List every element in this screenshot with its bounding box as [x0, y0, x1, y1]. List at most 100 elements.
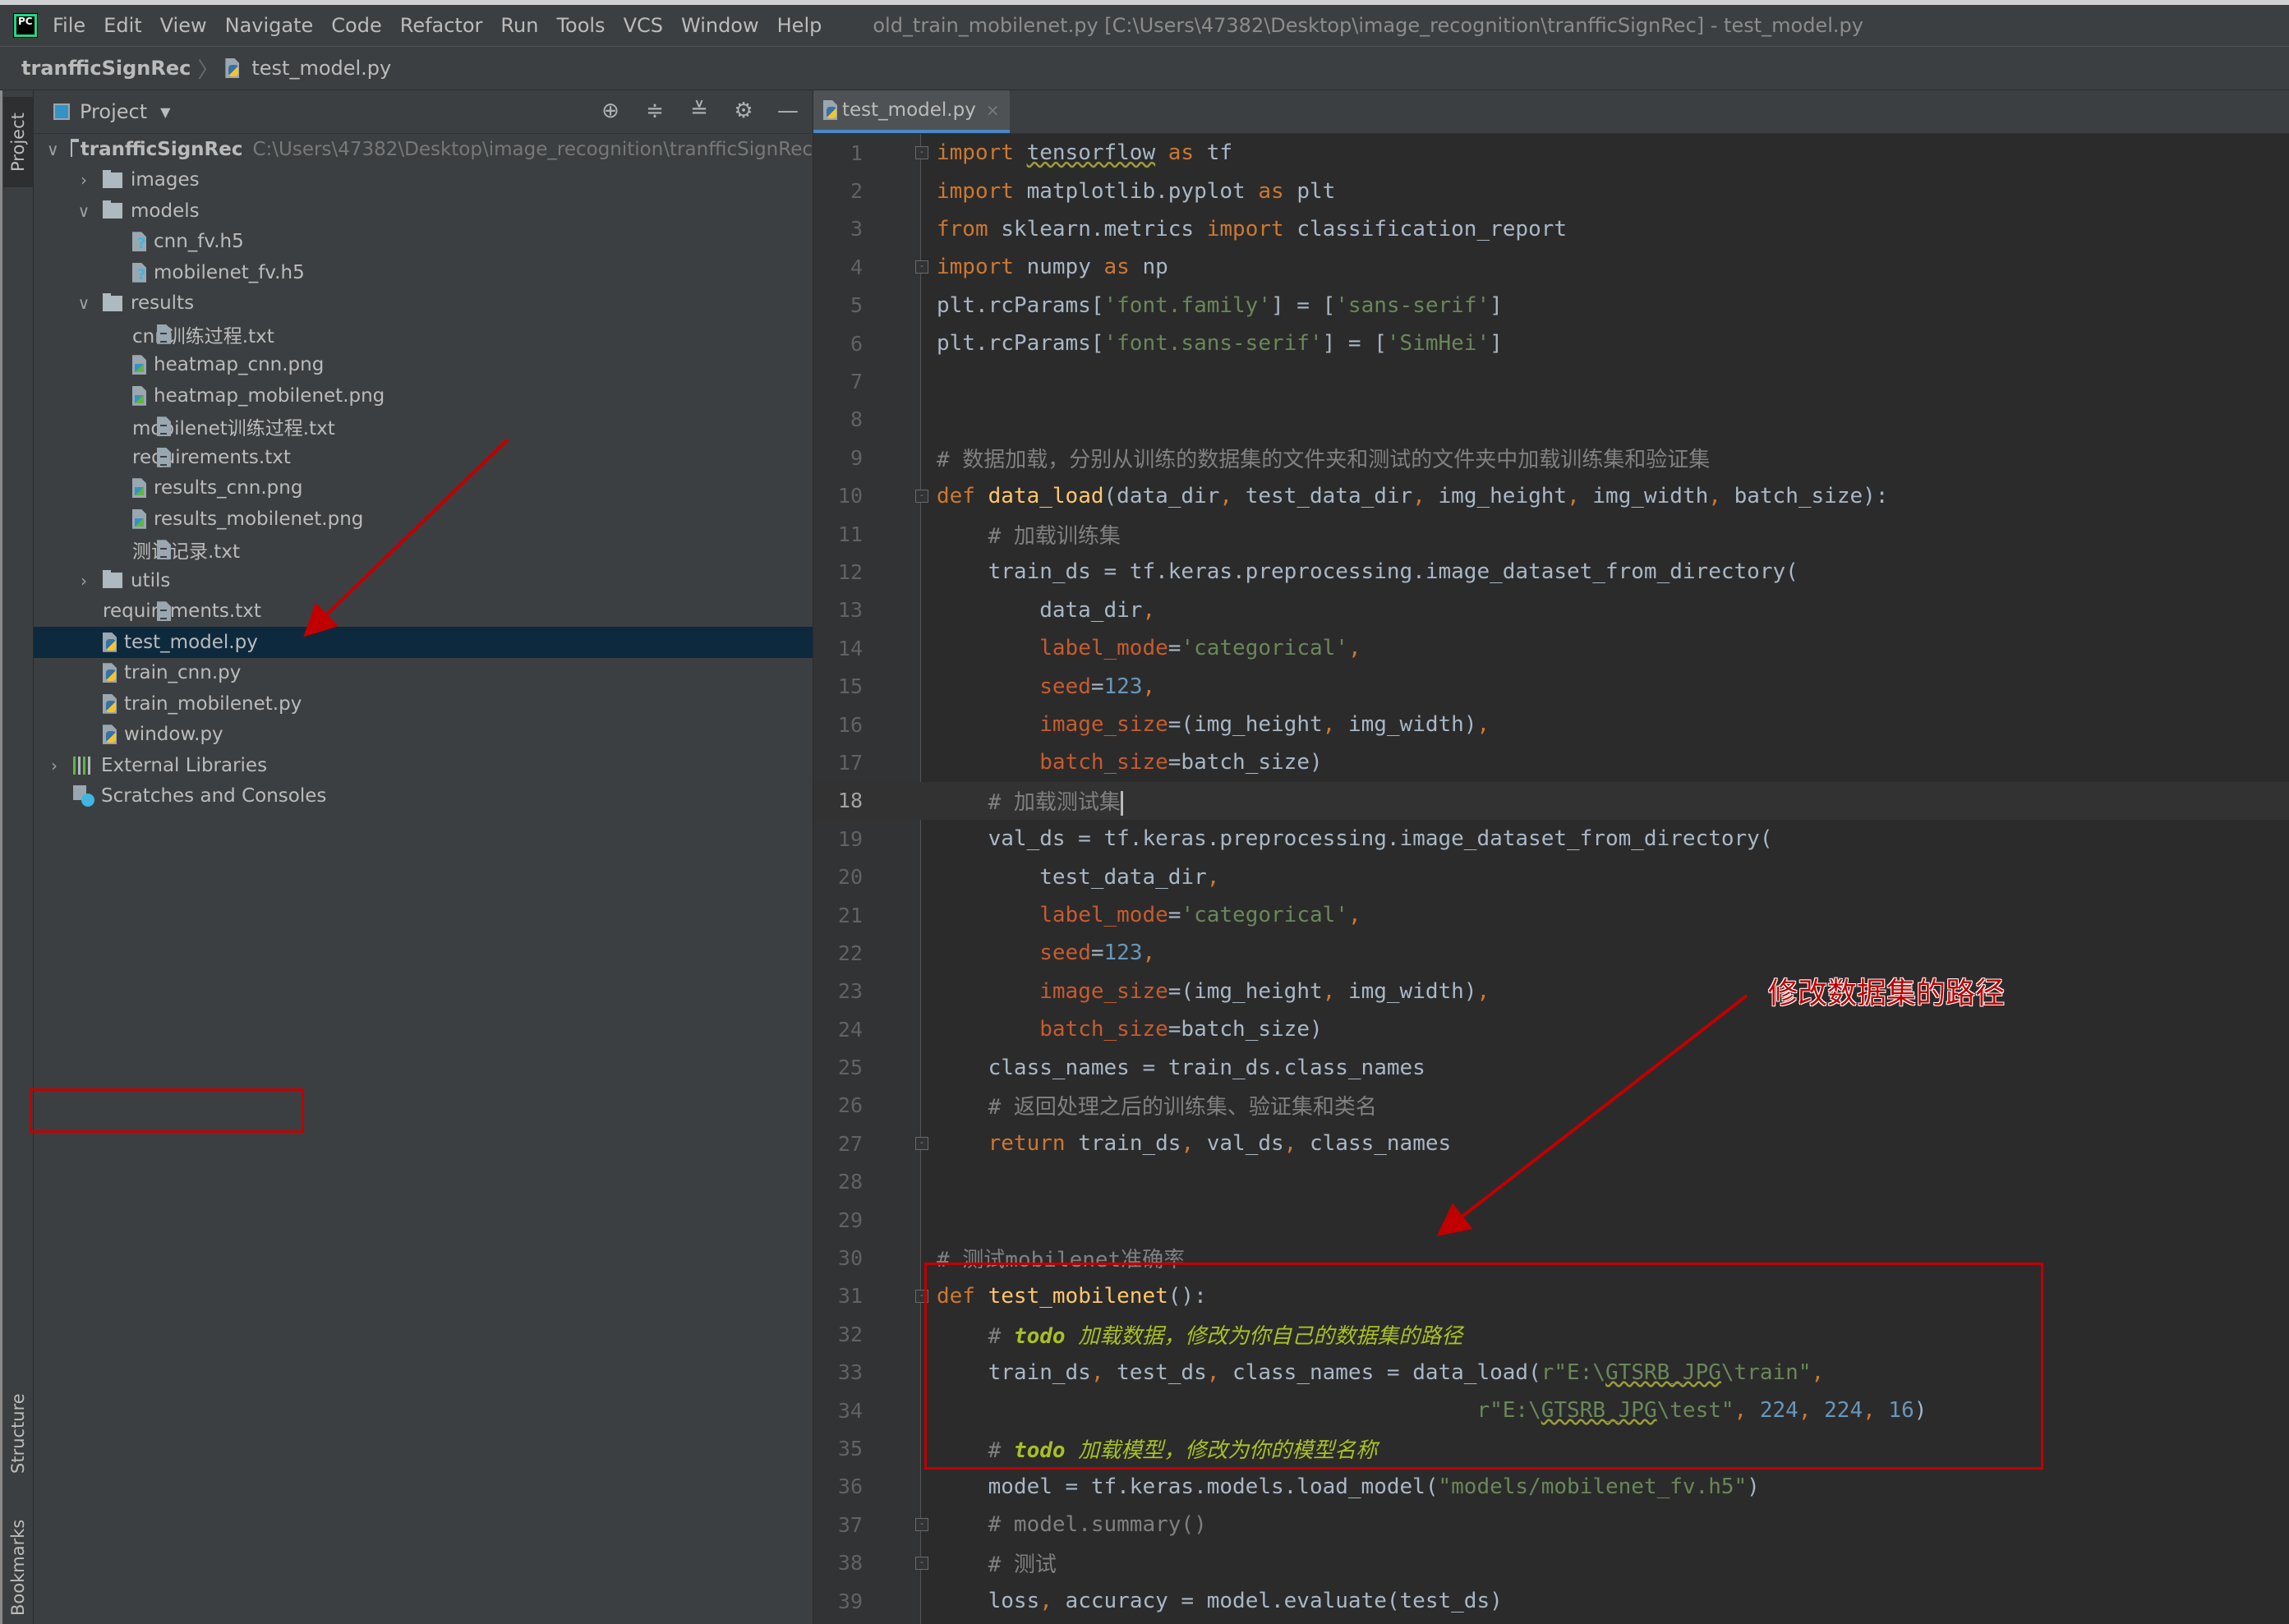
tree-item[interactable]: results_cnn.png: [34, 473, 813, 504]
close-icon[interactable]: ×: [986, 100, 1000, 120]
project-panel-toolbar: ⊕ ≑ ≚ ⚙ —: [597, 99, 801, 123]
code-line[interactable]: 10 - def data_load(data_dir, test_data_dir…: [813, 477, 2289, 515]
fold-marker-icon[interactable]: -: [915, 1556, 928, 1570]
tree-item[interactable]: ∨ results: [34, 288, 813, 320]
line-number: 22: [837, 941, 863, 965]
breadcrumb-file[interactable]: test_model.py: [251, 57, 391, 80]
tree-item[interactable]: window.py: [34, 720, 813, 751]
code-line[interactable]: 17 batch_size=batch_size): [813, 743, 2289, 781]
menu-navigate[interactable]: Navigate: [225, 14, 314, 37]
tree-item[interactable]: ∨ models: [34, 196, 813, 227]
code-line[interactable]: 38 - # 测试: [813, 1543, 2289, 1581]
tool-tab-project[interactable]: Project: [3, 97, 33, 187]
code-line[interactable]: 8: [813, 401, 2289, 439]
fold-marker-icon[interactable]: -: [915, 260, 928, 274]
code-line[interactable]: 22 seed=123,: [813, 934, 2289, 972]
tree-item[interactable]: train_mobilenet.py: [34, 688, 813, 720]
tree-item[interactable]: requirements.txt: [34, 596, 813, 628]
code-line[interactable]: 24 batch_size=batch_size): [813, 1010, 2289, 1048]
code-line[interactable]: 11 # 加载训练集: [813, 515, 2289, 553]
tree-item[interactable]: heatmap_cnn.png: [34, 350, 813, 381]
code-line[interactable]: 21 label_mode='categorical',: [813, 896, 2289, 934]
chevron-down-icon[interactable]: ∨: [76, 201, 91, 221]
code-line[interactable]: 5 plt.rcParams['font.family'] = ['sans-se…: [813, 287, 2289, 324]
fold-marker-icon[interactable]: -: [915, 1137, 928, 1151]
menu-vcs[interactable]: VCS: [624, 14, 663, 37]
menu-refactor[interactable]: Refactor: [400, 14, 483, 37]
code-line[interactable]: 25 class_names = train_ds.class_names: [813, 1048, 2289, 1086]
code-line[interactable]: 1 - import tensorflow as tf: [813, 134, 2289, 172]
tree-item-label: results_cnn.png: [154, 477, 303, 499]
menu-file[interactable]: File: [53, 14, 85, 37]
chevron-right-icon[interactable]: ›: [47, 756, 62, 775]
tree-item-label: train_mobilenet.py: [124, 692, 302, 715]
tree-item[interactable]: › utils: [34, 565, 813, 596]
code-line[interactable]: 6 plt.rcParams['font.sans-serif'] = ['Sim…: [813, 324, 2289, 362]
code-line[interactable]: 4 - import numpy as np: [813, 248, 2289, 286]
tree-item[interactable]: cnn训练过程.txt: [34, 319, 813, 350]
code-line[interactable]: 39 loss, accuracy = model.evaluate(test_…: [813, 1582, 2289, 1620]
tree-item[interactable]: Scratches and Consoles: [34, 781, 813, 812]
code-line[interactable]: 29: [813, 1201, 2289, 1239]
line-number: 17: [837, 750, 863, 775]
tree-item[interactable]: mobilenet训练过程.txt: [34, 412, 813, 443]
fold-marker-icon[interactable]: -: [915, 489, 928, 503]
code-line[interactable]: 20 test_data_dir,: [813, 858, 2289, 895]
code-line[interactable]: 28: [813, 1163, 2289, 1201]
collapse-all-icon[interactable]: ≚: [686, 99, 712, 123]
tree-item[interactable]: cnn_fv.h5: [34, 227, 813, 258]
fold-marker-icon[interactable]: -: [915, 146, 928, 160]
code-token: label_mode: [1039, 903, 1168, 927]
code-line[interactable]: 23 image_size=(img_height, img_width),: [813, 973, 2289, 1010]
tool-tab-bookmarks[interactable]: Bookmarks: [3, 1511, 33, 1624]
tool-tab-structure[interactable]: Structure: [3, 1380, 33, 1487]
code-line[interactable]: 27 - return train_ds, val_ds, class_names: [813, 1125, 2289, 1162]
hide-panel-icon[interactable]: —: [775, 99, 801, 123]
chevron-down-icon[interactable]: ▼: [160, 104, 170, 120]
tree-item[interactable]: test_model.py: [34, 627, 813, 658]
menu-help[interactable]: Help: [777, 14, 822, 37]
tab-test-model[interactable]: test_model.py ×: [813, 90, 1010, 133]
chevron-right-icon[interactable]: ›: [76, 571, 91, 591]
chevron-right-icon[interactable]: ›: [76, 170, 91, 190]
tree-item[interactable]: › External Libraries: [34, 750, 813, 781]
code-line[interactable]: 16 image_size=(img_height, img_width),: [813, 706, 2289, 743]
tree-item[interactable]: mobilenet_fv.h5: [34, 257, 813, 288]
tree-item[interactable]: requirements.txt: [34, 442, 813, 473]
expand-all-icon[interactable]: ≑: [642, 99, 668, 123]
locate-file-icon[interactable]: ⊕: [597, 99, 624, 123]
code-line[interactable]: 15 seed=123,: [813, 667, 2289, 705]
tree-item[interactable]: › images: [34, 165, 813, 196]
code-line[interactable]: 13 data_dir,: [813, 591, 2289, 629]
menu-window[interactable]: Window: [681, 14, 759, 37]
tree-item[interactable]: heatmap_mobilenet.png: [34, 380, 813, 412]
code-line[interactable]: 2 import matplotlib.pyplot as plt: [813, 172, 2289, 209]
project-view-selector[interactable]: Project: [80, 100, 147, 123]
tree-item[interactable]: results_mobilenet.png: [34, 504, 813, 535]
menu-view[interactable]: View: [160, 14, 207, 37]
chevron-down-icon[interactable]: ∨: [76, 293, 91, 313]
code-token: ,: [1142, 941, 1156, 966]
menu-run[interactable]: Run: [500, 14, 538, 37]
code-line[interactable]: 9 # 数据加载，分别从训练的数据集的文件夹和测试的文件夹中加载训练集和验证集: [813, 439, 2289, 476]
fold-marker-icon[interactable]: -: [915, 1518, 928, 1532]
python-file-icon: [823, 100, 837, 120]
chevron-down-icon[interactable]: ∨: [47, 140, 59, 159]
code-line[interactable]: 36 model = tf.keras.models.load_model("m…: [813, 1468, 2289, 1506]
code-line[interactable]: 3 from sklearn.metrics import classificat…: [813, 210, 2289, 248]
code-line[interactable]: 19 val_ds = tf.keras.preprocessing.image…: [813, 820, 2289, 858]
menu-code[interactable]: Code: [331, 14, 381, 37]
code-line[interactable]: 14 label_mode='categorical',: [813, 629, 2289, 667]
breadcrumb-project[interactable]: tranfficSignRec: [21, 57, 191, 80]
menu-edit[interactable]: Edit: [104, 14, 141, 37]
code-line[interactable]: 18 # 加载测试集: [813, 781, 2289, 821]
code-line[interactable]: 7: [813, 362, 2289, 400]
code-line[interactable]: 37 - # model.summary(): [813, 1506, 2289, 1543]
code-line[interactable]: 12 train_ds = tf.keras.preprocessing.ima…: [813, 553, 2289, 591]
tree-item[interactable]: ∨ tranfficSignRec C:\Users\47382\Desktop\i…: [34, 134, 813, 165]
tree-item[interactable]: train_cnn.py: [34, 658, 813, 689]
gear-icon[interactable]: ⚙: [730, 99, 757, 123]
tree-item[interactable]: 测试记录.txt: [34, 535, 813, 566]
menu-tools[interactable]: Tools: [556, 14, 605, 37]
code-line[interactable]: 26 # 返回处理之后的训练集、验证集和类名: [813, 1087, 2289, 1125]
